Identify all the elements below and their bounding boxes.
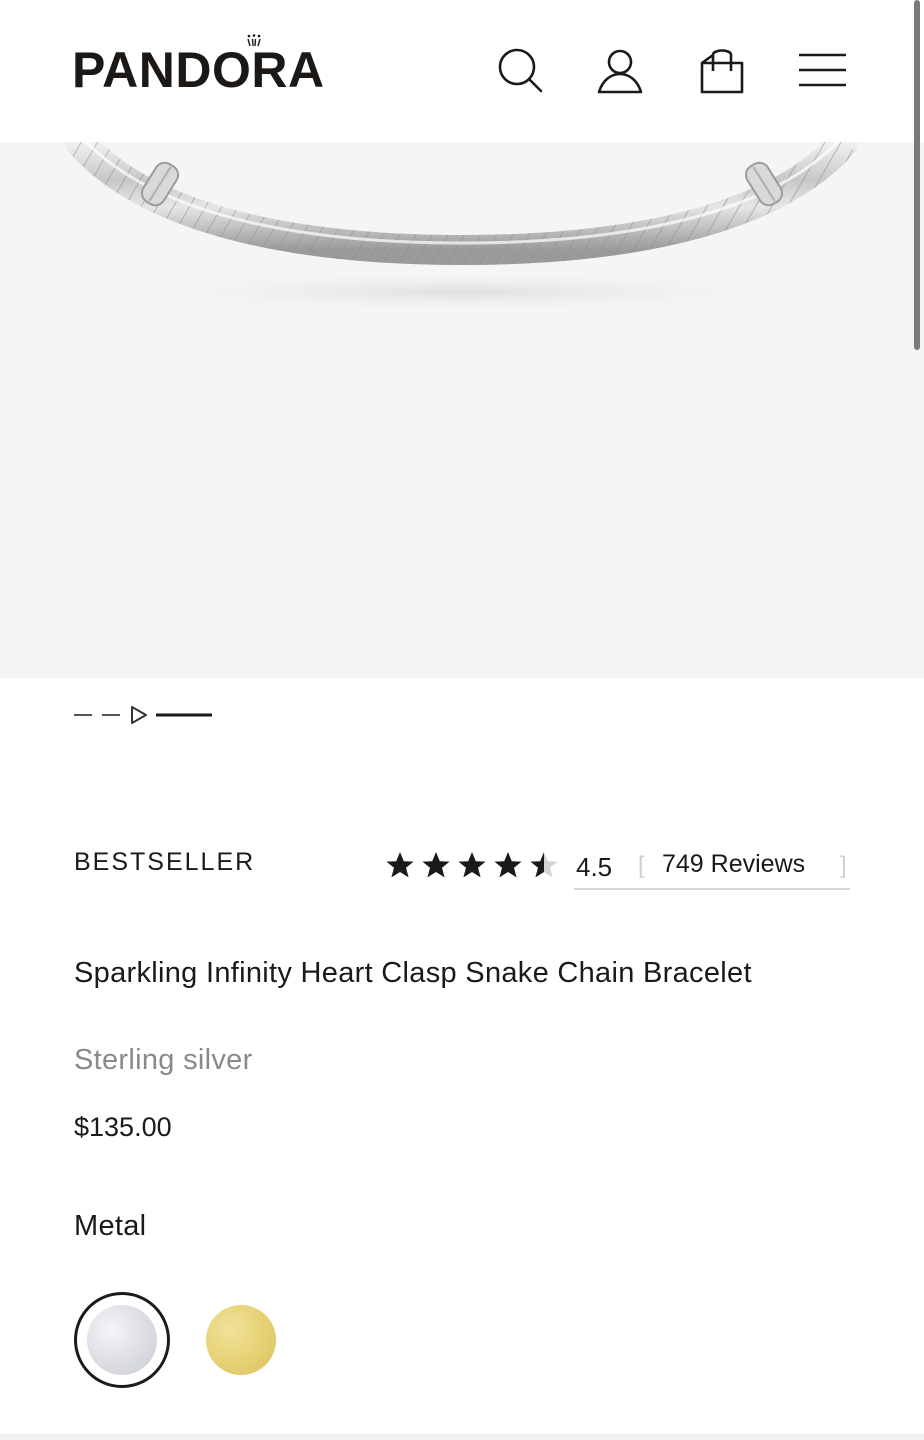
menu-icon: [799, 53, 846, 87]
star-icon: [386, 852, 414, 878]
bracket-left: [: [638, 852, 645, 879]
pandora-logo[interactable]: PANDORA: [72, 34, 362, 98]
bag-button[interactable]: [696, 44, 748, 96]
star-icon: [422, 852, 450, 878]
star-rating: [386, 852, 558, 878]
reviews-link[interactable]: 4.5 [ 749 Reviews ]: [574, 846, 850, 890]
bestseller-badge: BESTSELLER: [74, 848, 256, 876]
page-scrollbar[interactable]: [914, 0, 920, 350]
divider: [0, 1434, 924, 1440]
account-icon: [597, 49, 643, 94]
product-price: $135.00: [74, 1112, 172, 1142]
rating-value: 4.5: [576, 852, 613, 882]
bracelet-image: [65, 142, 859, 314]
silver-swatch-fill: [87, 1305, 157, 1375]
search-button[interactable]: [494, 44, 546, 96]
star-icon: [458, 852, 486, 878]
star-icon: [494, 852, 522, 878]
rating-summary[interactable]: 4.5 [ 749 Reviews ]: [384, 846, 854, 892]
bag-icon: [700, 49, 744, 94]
metal-label: Metal: [74, 1210, 147, 1242]
bracket-right: ]: [840, 852, 847, 879]
half-star-icon: [530, 852, 558, 878]
metal-swatch-gold[interactable]: [206, 1305, 276, 1375]
product-title: Sparkling Infinity Heart Clasp Snake Cha…: [74, 957, 752, 989]
reviews-count: 749 Reviews: [662, 850, 806, 878]
logo-text: PANDORA: [72, 42, 325, 98]
site-header: PANDORA: [0, 0, 924, 142]
metal-swatch-silver[interactable]: [74, 1292, 170, 1388]
product-material: Sterling silver: [74, 1044, 253, 1076]
product-image[interactable]: [0, 142, 924, 678]
play-icon[interactable]: [131, 706, 147, 724]
carousel-indicators: [72, 702, 222, 728]
search-icon: [498, 48, 543, 93]
menu-button[interactable]: [796, 44, 848, 96]
account-button[interactable]: [594, 44, 646, 96]
